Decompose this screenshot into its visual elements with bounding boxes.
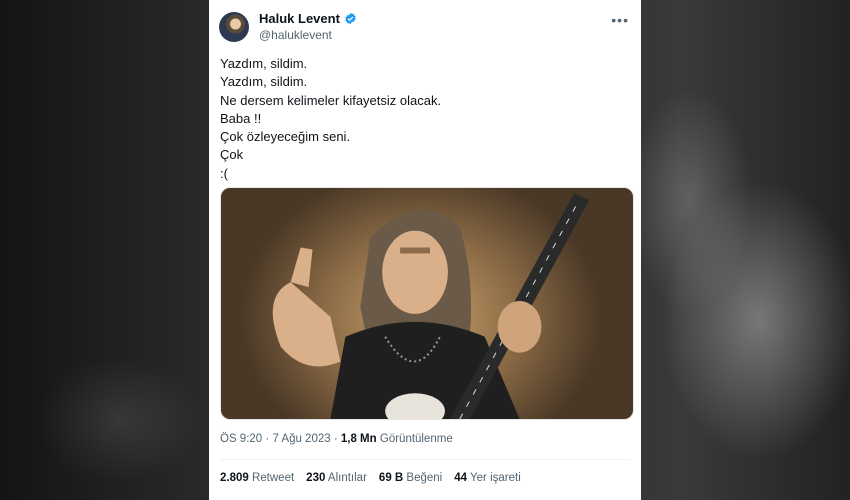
divider — [220, 459, 630, 460]
author-handle[interactable]: @haluklevent — [259, 28, 332, 42]
more-options-icon[interactable]: ••• — [611, 12, 629, 28]
bookmarks-label: Yer işareti — [470, 472, 521, 484]
bookmarks-stat[interactable]: 44 Yer işareti — [454, 472, 521, 484]
retweets-stat[interactable]: 2.809 Retweet — [220, 472, 294, 484]
tweet-line: Çok — [220, 147, 244, 163]
tweet-line: Yazdım, sildim. — [220, 56, 308, 71]
quotes-label: Alıntılar — [327, 472, 367, 484]
quotes-count: 230 — [306, 472, 326, 484]
tweet-stats: 2.809 Retweet 230 Alıntılar 69 B Beğeni … — [220, 472, 521, 484]
tweet-time[interactable]: ÖS 9:20 — [220, 433, 262, 445]
tweet-line: :( — [220, 165, 228, 181]
photo-illustration — [272, 192, 590, 419]
tweet-line: Çok özleyeceğim seni. — [220, 129, 351, 145]
tweet-photo[interactable] — [220, 187, 634, 420]
likes-label: Beğeni — [406, 472, 443, 484]
verified-badge-icon — [345, 12, 356, 25]
tweet-text: Yazdım, sildim. Yazdım, sildim. Ne derse… — [220, 55, 630, 183]
tweet-date[interactable]: 7 Ağu 2023 — [272, 433, 330, 445]
tweet-line: Baba !! — [220, 110, 262, 126]
author-name[interactable]: Haluk Levent — [259, 11, 340, 26]
views-label: Görüntülenme — [379, 433, 453, 445]
quotes-stat[interactable]: 230 Alıntılar — [306, 472, 367, 484]
likes-stat[interactable]: 69 B Beğeni — [379, 472, 442, 484]
tweet-meta: ÖS 9:20 · 7 Ağu 2023 · 1,8 Mn Görüntülen… — [220, 433, 453, 445]
meta-separator: · — [333, 433, 341, 445]
views-count: 1,8 Mn — [340, 433, 377, 445]
retweets-label: Retweet — [251, 472, 295, 484]
tweet-line: Ne dersem kelimeler kifayetsiz olacak. — [220, 92, 442, 108]
retweets-count: 2.809 — [220, 472, 249, 484]
tweet-header: Haluk Levent @haluklevent ••• — [219, 10, 631, 44]
likes-count: 69 B — [378, 472, 404, 484]
bookmarks-count: 44 — [454, 472, 468, 484]
author-name-row: Haluk Levent — [259, 11, 357, 26]
tweet-line: Yazdım, sildim. — [220, 74, 308, 90]
avatar[interactable] — [219, 12, 249, 42]
tweet-card: Haluk Levent @haluklevent ••• Yazdım, si… — [209, 0, 641, 500]
